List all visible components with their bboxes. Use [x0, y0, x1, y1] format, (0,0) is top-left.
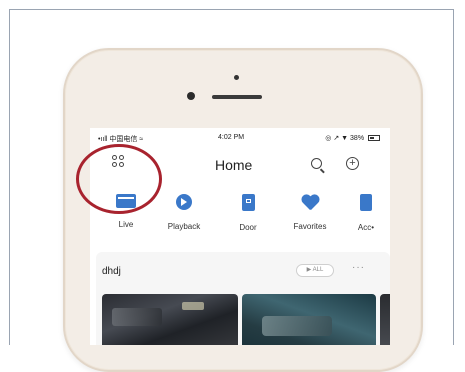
nav-item-door[interactable]: Door — [218, 194, 278, 232]
earpiece-speaker — [212, 95, 262, 99]
camera-thumbnail[interactable] — [242, 294, 376, 345]
camera-thumbnail[interactable] — [380, 294, 390, 345]
add-device-icon[interactable]: + — [346, 157, 359, 170]
door-icon — [241, 194, 255, 211]
front-camera — [234, 75, 239, 80]
nav-label-live: Live — [118, 220, 134, 229]
status-indicators: ◎ ↗ ▼ 38% — [325, 134, 380, 142]
nav-item-playback[interactable]: Playback — [154, 194, 214, 231]
device-group: dhdj ▶ ALL ··· — [96, 252, 390, 345]
status-time: 4:02 PM — [218, 134, 245, 141]
accessory-icon — [360, 194, 372, 211]
nav-label-favorites: Favorites — [293, 222, 327, 231]
playback-icon — [176, 194, 192, 210]
proximity-sensor — [187, 92, 195, 100]
carrier-label: •ııll 中国电信 ≈ — [98, 136, 144, 143]
battery-icon — [368, 135, 380, 142]
nav-label-door: Door — [239, 223, 257, 232]
highlight-circle — [76, 144, 162, 214]
search-icon[interactable] — [311, 158, 322, 169]
nav-item-favorites[interactable]: Favorites — [280, 194, 340, 231]
nav-item-accessory[interactable]: Acc• — [336, 194, 390, 232]
more-options-icon[interactable]: ··· — [352, 262, 365, 273]
group-name: dhdj — [102, 266, 121, 277]
status-right-text: ◎ ↗ ▼ 38% — [325, 135, 365, 142]
page-title: Home — [215, 157, 253, 173]
heart-icon — [301, 194, 319, 210]
nav-label-accessory: Acc• — [357, 223, 375, 232]
nav-label-playback: Playback — [167, 222, 201, 231]
play-all-button[interactable]: ▶ ALL — [296, 264, 334, 277]
camera-thumbnail[interactable] — [102, 294, 238, 345]
